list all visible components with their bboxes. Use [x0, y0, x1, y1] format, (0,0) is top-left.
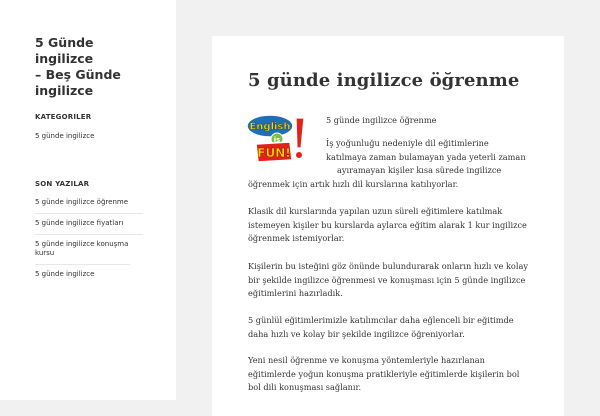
post-paragraph-3: Kişilerin bu isteğini göz önünde bulundu… [248, 260, 528, 301]
text-line: Yeni nesil öğrenme ve konuşma yöntemleri… [248, 355, 485, 365]
text-line: daha hızlı ve kolay bir şekilde ingilizc… [248, 328, 465, 339]
recent-post-link[interactable]: 5 günde ingilizce konuşma kursu [35, 240, 130, 265]
text-line: eğitimlerde yoğun konuşma pratikleriyle … [248, 368, 520, 379]
text-line: Kişilerin bu isteğini göz önünde bulundu… [248, 261, 528, 271]
post-title[interactable]: 5 günde ingilizce öğrenme [248, 70, 519, 91]
recent-post-link[interactable]: 5 günde ingilizce öğrenme [35, 198, 143, 214]
recent-post-link[interactable]: 5 günde ingilizce fiyatları [35, 219, 143, 235]
recent-posts-widget-title: SON YAZILAR [35, 180, 90, 188]
categories-list: 5 günde ingilizce [35, 132, 143, 141]
post-intro: 5 günde ingilizce öğrenme [326, 115, 437, 125]
post-paragraph-5: Yeni nesil öğrenme ve konuşma yöntemleri… [248, 354, 519, 395]
text-line: Klasik dil kurslarında yapılan uzun süre… [248, 206, 503, 216]
text-line: 5 günlül eğitimlerimizle katılımcılar da… [248, 315, 514, 325]
text-line: öğrenmek için artık hızlı dil kurslarına… [248, 179, 459, 189]
recent-posts-list: 5 günde ingilizce öğrenme 5 günde ingili… [35, 198, 143, 279]
categories-widget-title: KATEGORILER [35, 113, 92, 121]
text-line: istemeyen kişiler bu kurslarda aylarca e… [248, 219, 527, 230]
text-line: eğitimlerini hazırladık. [248, 288, 343, 298]
text-line: İş yoğunluğu nedeniyle dil eğitimlerine [326, 138, 489, 148]
post-paragraph-4: 5 günlül eğitimlerimizle katılımcılar da… [248, 314, 514, 341]
site-title-line[interactable]: ingilizce [35, 83, 155, 99]
site-title-line[interactable]: 5 Günde ingilizce [35, 35, 155, 67]
site-title-line[interactable]: – Beş Günde [35, 67, 155, 83]
text-line: öğrenmek istemiyorlar. [248, 233, 345, 243]
sidebar: 5 Günde ingilizce – Beş Günde ingilizce … [0, 0, 176, 400]
logo-text-english: English [249, 122, 290, 133]
post-card: 5 günde ingilizce öğrenme English is FUN… [212, 36, 564, 416]
logo-text-fun: FUN! [257, 146, 290, 160]
post-paragraph-1: İş yoğunluğu nedeniyle dil eğitimlerine … [326, 137, 526, 178]
text-line: katılmaya zaman bulamayan yada yeterli z… [326, 151, 526, 162]
post-paragraph-2: Klasik dil kurslarında yapılan uzun süre… [248, 205, 527, 246]
post-paragraph-1-end: öğrenmek için artık hızlı dil kurslarına… [248, 178, 458, 192]
text-line: ayıramayan kişiler kısa sürede ingilizce [337, 165, 502, 175]
site-title[interactable]: 5 Günde ingilizce – Beş Günde ingilizce [35, 35, 155, 99]
recent-post-link[interactable]: 5 günde ingilizce [35, 270, 143, 279]
text-line: bol dili konuşması sağlanır. [248, 382, 362, 392]
english-is-fun-logo: English is FUN! [246, 112, 312, 164]
category-link[interactable]: 5 günde ingilizce [35, 132, 143, 141]
text-line: bir şekilde ingilizce öğrenmesi ve konuş… [248, 274, 526, 285]
